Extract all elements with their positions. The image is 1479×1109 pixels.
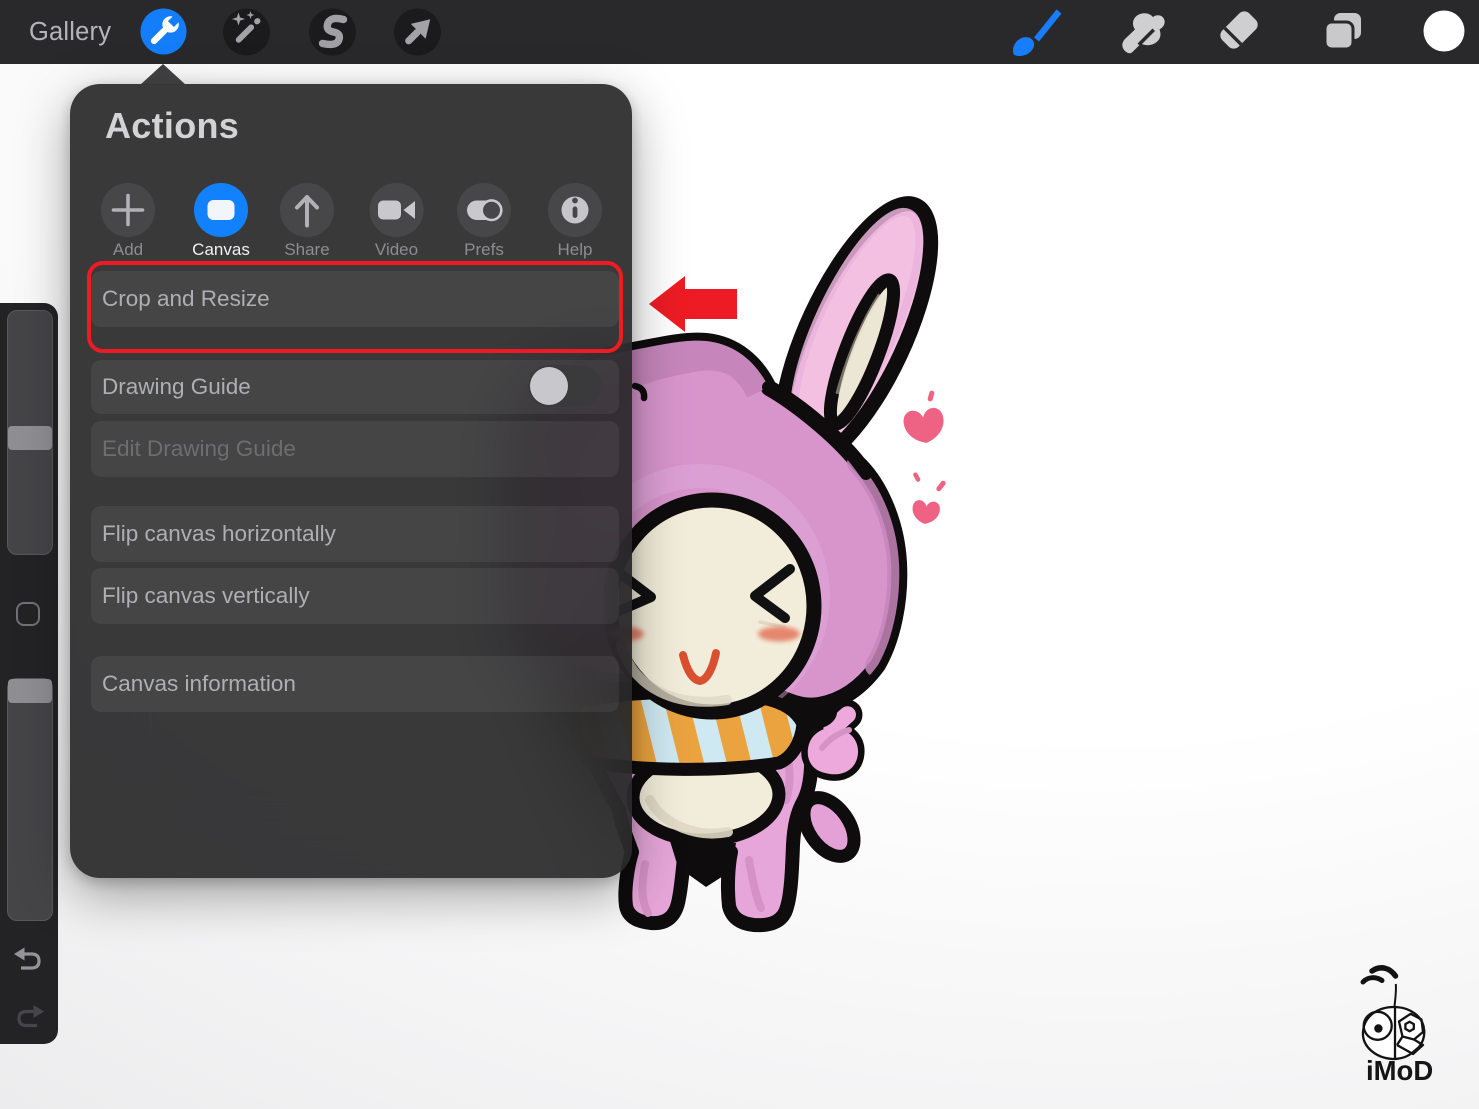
svg-text:iMoD: iMoD	[1366, 1055, 1433, 1086]
